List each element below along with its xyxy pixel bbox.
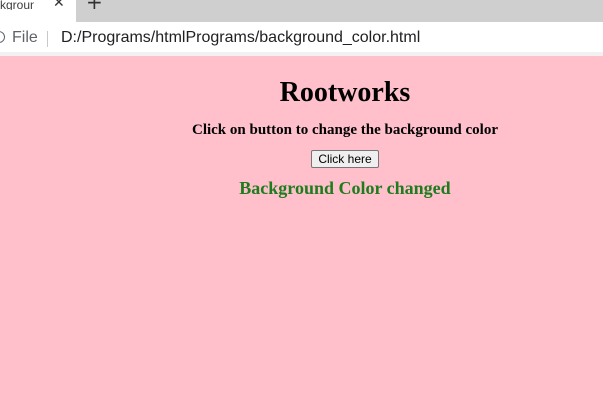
info-icon[interactable] (0, 31, 5, 43)
page-body: Rootworks Click on button to change the … (0, 56, 603, 407)
instruction-text: Click on button to change the background… (191, 122, 498, 138)
url-text[interactable]: D:/Programs/htmlPrograms/background_colo… (61, 29, 420, 47)
close-icon[interactable]: ✕ (53, 0, 65, 12)
address-bar[interactable]: File D:/Programs/htmlPrograms/background… (0, 22, 603, 56)
page-title: Rootworks (279, 77, 411, 108)
page-content: Rootworks Click on button to change the … (87, 56, 603, 199)
browser-tab[interactable]: kground C ✕ (0, 0, 76, 22)
divider (47, 31, 48, 47)
status-message: Background Color changed (239, 178, 451, 198)
file-label: File (12, 29, 38, 46)
change-color-button[interactable]: Click here (311, 150, 379, 168)
tab-title: kground C (0, 0, 34, 10)
new-tab-icon[interactable]: + (86, 0, 103, 12)
tab-strip: kground C ✕ + (0, 0, 603, 22)
